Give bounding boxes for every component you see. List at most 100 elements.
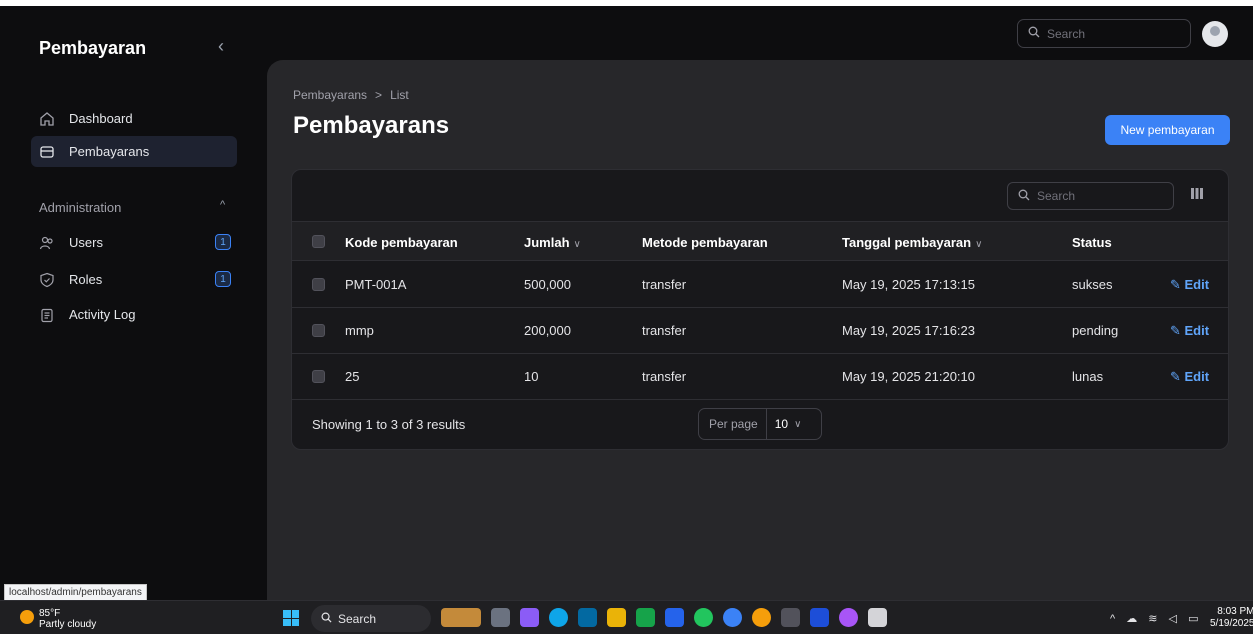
search-icon — [1018, 189, 1030, 204]
chevron-up-icon[interactable]: ^ — [220, 199, 225, 211]
search-icon — [1028, 26, 1040, 41]
terminal-icon[interactable] — [781, 608, 800, 627]
sidebar-item-label: Activity Log — [69, 307, 136, 322]
cell-kode: PMT-001A — [345, 277, 407, 292]
copilot-icon[interactable] — [520, 608, 539, 627]
clock-date: 5/19/2025 — [1210, 618, 1253, 629]
sidebar-item-label: Pembayarans — [69, 144, 150, 159]
cell-kode: 25 — [345, 369, 360, 384]
global-search-input[interactable]: Search — [1017, 19, 1191, 48]
users-count-badge: 1 — [215, 234, 231, 250]
edit-link[interactable]: ✎ Edit — [1170, 323, 1209, 339]
table-footer: Showing 1 to 3 of 3 results Per page 10 … — [292, 400, 1228, 449]
edit-link[interactable]: ✎ Edit — [1170, 369, 1209, 385]
sort-chevron-icon: ∨ — [573, 239, 581, 250]
edit-label: Edit — [1184, 369, 1210, 384]
system-tray-icons[interactable]: ^ ☁ ≋ ◁ ▭ — [1110, 612, 1202, 625]
administration-group-label[interactable]: Administration — [39, 200, 121, 215]
sidebar-item-roles[interactable]: Roles 1 — [31, 264, 237, 295]
edge-icon[interactable] — [549, 608, 568, 627]
users-icon — [37, 233, 57, 253]
table-search-placeholder: Search — [1037, 189, 1076, 203]
paint-icon[interactable] — [868, 608, 887, 627]
pagination-summary: Showing 1 to 3 of 3 results — [312, 417, 466, 432]
breadcrumb-separator: > — [375, 88, 383, 102]
edit-icon: ✎ — [1170, 277, 1185, 292]
main-content: Pembayarans > List Pembayarans New pemba… — [267, 60, 1253, 600]
row-checkbox[interactable] — [312, 324, 325, 337]
sidebar-item-dashboard[interactable]: Dashboard — [31, 103, 237, 134]
breadcrumb-pembayarans[interactable]: Pembayarans — [293, 88, 367, 102]
card-icon — [37, 142, 57, 162]
cell-jumlah: 10 — [524, 369, 539, 384]
column-kode-pembayaran: Kode pembayaran — [345, 235, 458, 250]
table-row[interactable]: PMT-001A 500,000 transfer May 19, 2025 1… — [292, 262, 1228, 308]
column-jumlah-label: Jumlah — [524, 235, 570, 250]
weather-icon — [20, 610, 34, 624]
file-explorer-icon[interactable] — [607, 608, 626, 627]
vscode-icon[interactable] — [810, 608, 829, 627]
cell-jumlah: 500,000 — [524, 277, 571, 292]
edit-icon: ✎ — [1170, 369, 1185, 384]
app-icon[interactable] — [839, 608, 858, 627]
global-search-placeholder: Search — [1047, 26, 1086, 41]
column-tanggal-label: Tanggal pembayaran — [842, 235, 972, 250]
sidebar-item-label: Roles — [69, 272, 103, 287]
edit-label: Edit — [1184, 323, 1210, 338]
cell-metode: transfer — [642, 369, 687, 384]
shield-icon — [37, 270, 57, 290]
windows-taskbar: 85°F Partly cloudy Search ^ ☁ ≋ ◁ ▭ 8:03… — [0, 600, 1253, 634]
column-tanggal-pembayaran[interactable]: Tanggal pembayaran ∨ — [842, 235, 982, 250]
sidebar-item-users[interactable]: Users 1 — [31, 227, 237, 258]
weather-widget[interactable]: 85°F Partly cloudy — [20, 608, 96, 630]
browser-status-url: localhost/admin/pembayarans — [4, 584, 147, 601]
column-status: Status — [1072, 235, 1112, 250]
app-window: Pembayaran ‹ Dashboard Pembayarans Admin… — [0, 6, 1253, 634]
table-row[interactable]: mmp 200,000 transfer May 19, 2025 17:16:… — [292, 308, 1228, 354]
user-avatar[interactable] — [1202, 21, 1228, 47]
sidebar-item-activity-log[interactable]: Activity Log — [31, 299, 237, 330]
sort-chevron-icon: ∨ — [975, 239, 983, 250]
table-row[interactable]: 25 10 transfer May 19, 2025 21:20:10 lun… — [292, 354, 1228, 400]
sidebar-item-label: Users — [69, 235, 103, 250]
spotify-icon[interactable] — [694, 608, 713, 627]
chrome-icon[interactable] — [752, 608, 771, 627]
taskbar-apps — [441, 608, 887, 627]
home-icon — [37, 109, 57, 129]
table-header: Kode pembayaran Jumlah ∨ Metode pembayara… — [292, 221, 1228, 261]
table-search-input[interactable]: Search — [1007, 182, 1174, 210]
word-icon[interactable] — [665, 608, 684, 627]
edit-link[interactable]: ✎ Edit — [1170, 277, 1209, 293]
cell-kode: mmp — [345, 323, 374, 338]
breadcrumb: Pembayarans > List — [293, 88, 409, 102]
select-all-checkbox[interactable] — [312, 235, 325, 248]
column-toggle-icon[interactable] — [1191, 188, 1203, 202]
taskbar-clock[interactable]: 8:03 PM 5/19/2025 — [1210, 606, 1253, 630]
new-pembayaran-button[interactable]: New pembayaran — [1105, 115, 1230, 145]
column-metode-pembayaran: Metode pembayaran — [642, 235, 768, 250]
taskbar-search[interactable]: Search — [311, 605, 431, 632]
widgets-icon[interactable] — [441, 608, 481, 627]
collapse-sidebar-icon[interactable]: ‹ — [218, 36, 224, 57]
cell-status: lunas — [1072, 369, 1104, 384]
task-view-icon[interactable] — [491, 608, 510, 627]
edit-icon: ✎ — [1170, 323, 1185, 338]
cloud-app-icon[interactable] — [723, 608, 742, 627]
outlook-icon[interactable] — [578, 608, 597, 627]
cell-metode: transfer — [642, 323, 687, 338]
cell-tanggal: May 19, 2025 17:13:15 — [842, 277, 975, 292]
cell-tanggal: May 19, 2025 21:20:10 — [842, 369, 975, 384]
search-icon — [321, 612, 332, 626]
sidebar-item-pembayarans[interactable]: Pembayarans — [31, 136, 237, 167]
excel-icon[interactable] — [636, 608, 655, 627]
cell-tanggal: May 19, 2025 17:16:23 — [842, 323, 975, 338]
per-page-value: 10 — [774, 417, 789, 431]
row-checkbox[interactable] — [312, 370, 325, 383]
windows-start-icon[interactable] — [283, 610, 299, 626]
page-title: Pembayarans — [293, 112, 450, 139]
row-checkbox[interactable] — [312, 278, 325, 291]
taskbar-search-label: Search — [338, 611, 377, 626]
column-jumlah[interactable]: Jumlah ∨ — [524, 235, 581, 250]
per-page-select[interactable]: Per page 10 ∨ — [698, 408, 822, 440]
edit-label: Edit — [1184, 277, 1210, 292]
